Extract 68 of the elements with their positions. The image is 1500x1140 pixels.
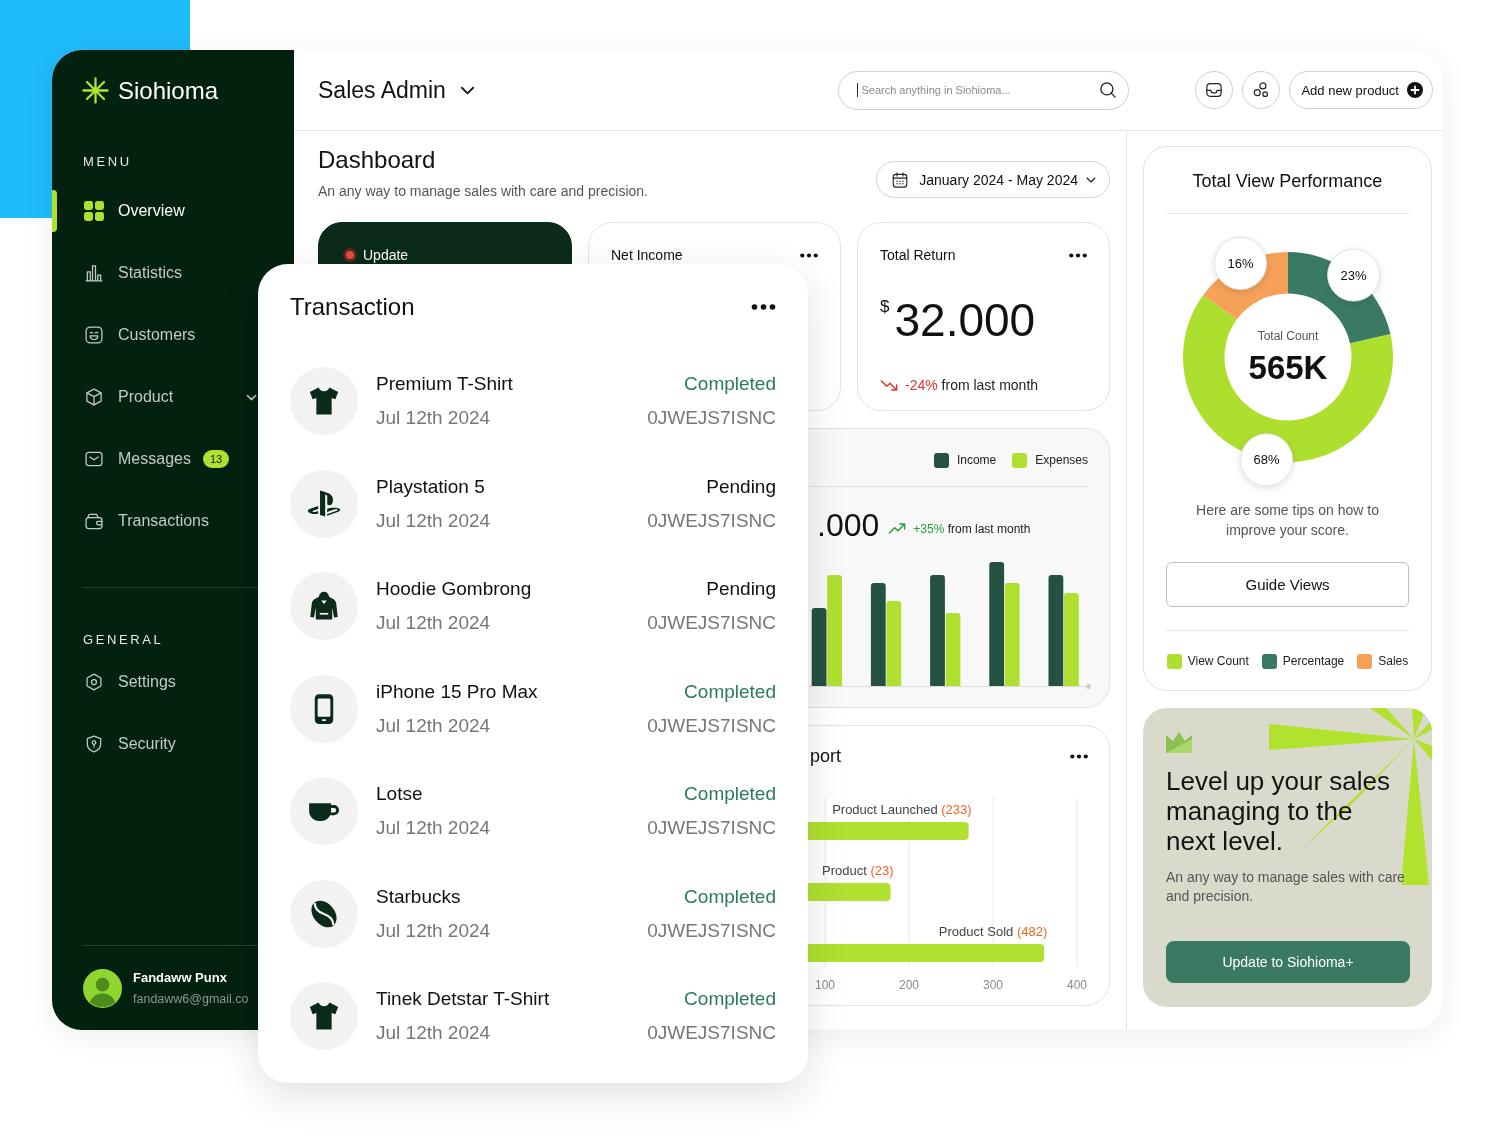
page-subtitle: An any way to manage sales with care and precision.: [318, 182, 648, 200]
legend-label: Percentage: [1282, 654, 1345, 669]
total-count-label: Total Count: [1257, 329, 1318, 343]
card-title: Total Return: [880, 247, 956, 263]
transaction-date: Jul 12th 2024: [376, 713, 491, 738]
card-title: port: [810, 745, 842, 767]
percent-badge: 68%: [1239, 433, 1293, 487]
product-name: Lotse: [376, 782, 423, 806]
transaction-date: Jul 12th 2024: [376, 1021, 491, 1045]
transaction-date: Jul 12th 2024: [376, 611, 491, 635]
bar-label: Product Sold (482): [938, 924, 1048, 939]
card-title: Total View Performance: [1192, 170, 1383, 192]
transaction-date: Jul 12th 2024: [376, 406, 491, 430]
transaction-status: Completed: [684, 679, 776, 704]
transaction-status: Pending: [706, 577, 776, 601]
percent-badge: 16%: [1213, 236, 1267, 290]
transaction-date: Jul 12th 2024: [376, 816, 491, 840]
count-badge: 13: [202, 450, 230, 468]
product-name: Hoodie Gombrong: [376, 577, 532, 601]
amount-value: 32.000: [894, 297, 1036, 343]
legend-label: Sales: [1378, 654, 1409, 669]
data-label: 16%: [1226, 255, 1254, 271]
total-count-value: 565K: [1248, 349, 1327, 386]
card-label: Update: [363, 247, 409, 263]
transaction-id: 0JWEJS7ISNC: [647, 713, 776, 738]
product-name: iPhone 15 Pro Max: [376, 679, 538, 704]
transaction-status: Pending: [706, 474, 776, 499]
user-name: Fandaww Punx: [133, 969, 227, 986]
product-name: Starbucks: [376, 884, 461, 909]
currency-symbol: $: [880, 297, 890, 317]
user-email: fandaww6@gmail.co: [133, 990, 249, 1007]
legend-label: Income: [956, 453, 997, 468]
transaction-id: 0JWEJS7ISNC: [647, 406, 776, 430]
product-name: Tinek Detstar T-Shirt: [376, 987, 550, 1011]
card-title: Net Income: [611, 247, 683, 263]
section-label: MENU: [83, 154, 132, 170]
data-label: 68%: [1253, 452, 1280, 468]
legend-label: View Count: [1187, 654, 1249, 669]
percent-badge: 23%: [1326, 248, 1380, 302]
trend-text: -24% from last month: [905, 376, 1039, 394]
transaction-id: 0JWEJS7ISNC: [647, 816, 776, 840]
product-name: Premium T-Shirt: [376, 372, 513, 396]
amount-value: .000: [817, 506, 880, 545]
axis-tick-label: 400: [1067, 978, 1087, 992]
brand-name: Siohioma: [118, 76, 219, 105]
transaction-date: Jul 12th 2024: [376, 918, 491, 943]
bar-label: Product (23): [821, 863, 894, 878]
page-title: Dashboard: [318, 146, 437, 174]
axis-tick-label: 100: [815, 978, 835, 992]
transaction-id: 0JWEJS7ISNC: [647, 1021, 776, 1045]
section-label: GENERAL: [83, 632, 164, 648]
transaction-date: Jul 12th 2024: [376, 508, 491, 533]
data-label: 23%: [1340, 267, 1367, 283]
transaction-status: Completed: [684, 782, 776, 806]
transaction-status: Completed: [684, 884, 776, 909]
tips-text: Here are some tips on how to improve your score.: [1195, 501, 1380, 540]
transaction-id: 0JWEJS7ISNC: [647, 508, 776, 533]
axis-tick-label: 200: [899, 978, 919, 992]
trend-text: +35% from last month: [913, 521, 1031, 538]
transaction-status: Completed: [684, 987, 776, 1011]
transaction-id: 0JWEJS7ISNC: [647, 918, 776, 943]
bar-label: Product Launched (233): [832, 802, 972, 817]
card-title: Transaction: [290, 293, 415, 321]
transaction-status: Completed: [684, 372, 776, 396]
legend-label: Expenses: [1035, 453, 1088, 468]
transaction-id: 0JWEJS7ISNC: [647, 611, 776, 635]
axis-tick-label: 300: [983, 978, 1003, 992]
product-name: Playstation 5: [376, 474, 485, 499]
